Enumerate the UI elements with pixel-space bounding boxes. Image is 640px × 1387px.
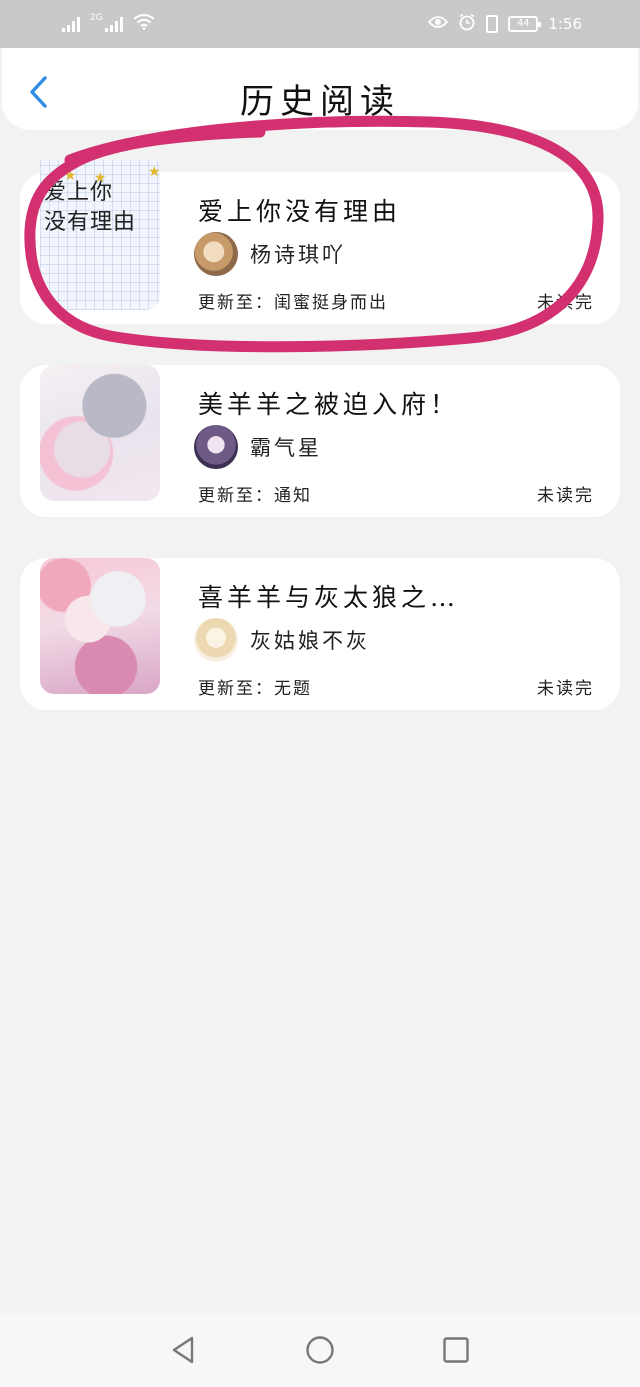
signal-icon-2: [104, 16, 123, 32]
nav-recents-button[interactable]: [433, 1327, 479, 1373]
nav-back-button[interactable]: [161, 1327, 207, 1373]
clock: 1:56: [548, 15, 582, 33]
author-avatar: [194, 425, 238, 469]
book-title: 爱上你没有理由: [198, 197, 402, 226]
battery-icon: 44: [508, 16, 542, 32]
home-circle-icon: [306, 1336, 334, 1364]
star-icon: ★: [64, 168, 77, 184]
recents-square-icon: [443, 1337, 469, 1363]
network-type: 2G: [90, 13, 103, 23]
author-avatar: [194, 618, 238, 662]
nav-home-button[interactable]: [297, 1327, 343, 1373]
star-icon: ★: [148, 164, 160, 180]
book-cover: [40, 558, 160, 694]
author-name: 灰姑娘不灰: [250, 629, 370, 653]
read-status: 未读完: [537, 486, 594, 506]
update-info: 更新至：通知: [198, 486, 312, 506]
cover-title: 爱上你 没有理由: [44, 180, 137, 235]
book-card[interactable]: 喜羊羊与灰太狼之… 灰姑娘不灰 更新至：无题 未读完: [20, 558, 620, 710]
author-row: 杨诗琪吖: [194, 232, 346, 276]
read-status: 未读完: [537, 293, 594, 313]
vibrate-icon: [486, 15, 499, 33]
status-left: 2G: [62, 14, 155, 34]
update-info: 更新至：闺蜜挺身而出: [198, 293, 388, 313]
header: 历史阅读: [2, 48, 638, 130]
alarm-icon: [458, 13, 476, 35]
author-name: 杨诗琪吖: [250, 243, 346, 267]
signal-icon: [62, 16, 80, 32]
system-nav-bar: [0, 1313, 640, 1387]
book-title: 美羊羊之被迫入府！: [198, 390, 460, 419]
book-card[interactable]: 爱上你 没有理由 ★ ★ ★ 爱上你没有理由 杨诗琪吖 更新至：闺蜜挺身而出 未…: [20, 160, 620, 324]
book-title: 喜羊羊与灰太狼之…: [198, 583, 460, 612]
update-info: 更新至：无题: [198, 679, 312, 699]
star-icon: ★: [94, 170, 107, 186]
status-bar: 2G 44 1:56: [0, 0, 640, 48]
read-status: 未读完: [537, 679, 594, 699]
back-triangle-icon: [172, 1336, 194, 1364]
author-avatar: [194, 232, 238, 276]
book-cover: [40, 365, 160, 501]
page-title: 历史阅读: [240, 82, 400, 122]
wifi-icon: [133, 14, 155, 34]
eye-icon: [428, 15, 449, 33]
author-row: 灰姑娘不灰: [194, 618, 370, 662]
book-card[interactable]: 美羊羊之被迫入府！ 霸气星 更新至：通知 未读完: [20, 365, 620, 517]
status-right: 44 1:56: [428, 13, 582, 35]
author-name: 霸气星: [250, 436, 322, 460]
book-cover: 爱上你 没有理由 ★ ★ ★: [40, 160, 160, 310]
author-row: 霸气星: [194, 425, 322, 469]
